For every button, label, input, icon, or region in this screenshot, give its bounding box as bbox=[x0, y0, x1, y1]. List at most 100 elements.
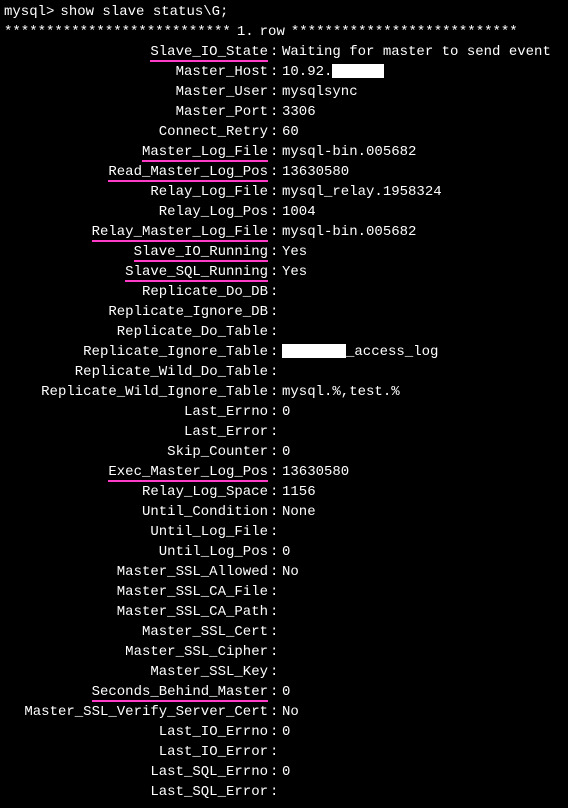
colon: : bbox=[270, 262, 278, 282]
status-label: Exec_Master_Log_Pos bbox=[4, 462, 270, 482]
status-value: 10.92. bbox=[278, 62, 384, 82]
colon: : bbox=[270, 302, 278, 322]
colon: : bbox=[270, 562, 278, 582]
colon: : bbox=[270, 462, 278, 482]
status-row: Last_SQL_Error: bbox=[4, 782, 564, 802]
status-value: 1004 bbox=[278, 202, 316, 222]
status-row: Relay_Master_Log_File:mysql-bin.005682 bbox=[4, 222, 564, 242]
sep-row: row bbox=[260, 22, 291, 42]
status-row: Skip_Counter:0 bbox=[4, 442, 564, 462]
colon: : bbox=[270, 102, 278, 122]
status-label: Replicate_Ignore_DB bbox=[4, 302, 270, 322]
status-value: 0 bbox=[278, 402, 290, 422]
status-row: Relay_Log_File:mysql_relay.1958324 bbox=[4, 182, 564, 202]
status-value: 0 bbox=[278, 722, 290, 742]
status-label: Last_SQL_Error bbox=[4, 782, 270, 802]
status-row: Read_Master_Log_Pos:13630580 bbox=[4, 162, 564, 182]
status-row: Slave_SQL_Running:Yes bbox=[4, 262, 564, 282]
status-row: Exec_Master_Log_Pos:13630580 bbox=[4, 462, 564, 482]
status-row: Master_SSL_Key: bbox=[4, 662, 564, 682]
status-value: 0 bbox=[278, 762, 290, 782]
terminal[interactable]: mysql> show slave status\G; ************… bbox=[0, 0, 568, 808]
colon: : bbox=[270, 182, 278, 202]
status-row: Master_User:mysqlsync bbox=[4, 82, 564, 102]
colon: : bbox=[270, 42, 278, 62]
status-label: Master_Port bbox=[4, 102, 270, 122]
colon: : bbox=[270, 322, 278, 342]
status-row: Relay_Log_Pos:1004 bbox=[4, 202, 564, 222]
colon: : bbox=[270, 662, 278, 682]
status-label: Until_Log_File bbox=[4, 522, 270, 542]
status-label: Relay_Log_Space bbox=[4, 482, 270, 502]
status-rows: Slave_IO_State:Waiting for master to sen… bbox=[4, 42, 564, 802]
status-row: Until_Log_Pos:0 bbox=[4, 542, 564, 562]
status-label: Seconds_Behind_Master bbox=[4, 682, 270, 702]
status-label: Read_Master_Log_Pos bbox=[4, 162, 270, 182]
status-row: Master_SSL_Allowed:No bbox=[4, 562, 564, 582]
colon: : bbox=[270, 422, 278, 442]
status-value: None bbox=[278, 502, 316, 522]
status-label: Last_Errno bbox=[4, 402, 270, 422]
status-row: Master_SSL_Cipher: bbox=[4, 642, 564, 662]
status-label: Connect_Retry bbox=[4, 122, 270, 142]
status-value: No bbox=[278, 562, 299, 582]
row-separator: *************************** 1. row *****… bbox=[4, 22, 564, 42]
status-row: Last_IO_Error: bbox=[4, 742, 564, 762]
colon: : bbox=[270, 202, 278, 222]
colon: : bbox=[270, 342, 278, 362]
status-value: No bbox=[278, 702, 299, 722]
status-row: Replicate_Wild_Do_Table: bbox=[4, 362, 564, 382]
status-row: Master_Port:3306 bbox=[4, 102, 564, 122]
status-value: 0 bbox=[278, 682, 290, 702]
colon: : bbox=[270, 242, 278, 262]
status-row: Until_Condition:None bbox=[4, 502, 564, 522]
status-value: mysql-bin.005682 bbox=[278, 222, 416, 242]
status-row: Relay_Log_Space:1156 bbox=[4, 482, 564, 502]
colon: : bbox=[270, 762, 278, 782]
status-value: 13630580 bbox=[278, 162, 349, 182]
status-label: Slave_IO_Running bbox=[4, 242, 270, 262]
colon: : bbox=[270, 702, 278, 722]
status-label: Master_SSL_Cert bbox=[4, 622, 270, 642]
status-label: Relay_Master_Log_File bbox=[4, 222, 270, 242]
colon: : bbox=[270, 362, 278, 382]
colon: : bbox=[270, 582, 278, 602]
status-label: Until_Condition bbox=[4, 502, 270, 522]
status-value: 13630580 bbox=[278, 462, 349, 482]
colon: : bbox=[270, 642, 278, 662]
colon: : bbox=[270, 722, 278, 742]
status-row: Master_SSL_CA_File: bbox=[4, 582, 564, 602]
status-row: Slave_IO_Running:Yes bbox=[4, 242, 564, 262]
status-row: Replicate_Do_DB: bbox=[4, 282, 564, 302]
status-value: 0 bbox=[278, 442, 290, 462]
redaction-block bbox=[282, 344, 346, 358]
status-value: 3306 bbox=[278, 102, 316, 122]
status-row: Replicate_Ignore_DB: bbox=[4, 302, 564, 322]
colon: : bbox=[270, 502, 278, 522]
colon: : bbox=[270, 382, 278, 402]
colon: : bbox=[270, 622, 278, 642]
status-row: Last_IO_Errno:0 bbox=[4, 722, 564, 742]
status-label: Master_SSL_Allowed bbox=[4, 562, 270, 582]
status-row: Master_SSL_CA_Path: bbox=[4, 602, 564, 622]
sep-suffix: *************************** bbox=[291, 22, 518, 42]
status-value: mysql_relay.1958324 bbox=[278, 182, 442, 202]
status-label: Slave_SQL_Running bbox=[4, 262, 270, 282]
status-value: 1156 bbox=[278, 482, 316, 502]
status-label: Last_SQL_Errno bbox=[4, 762, 270, 782]
sep-num: 1. bbox=[231, 22, 260, 42]
status-label: Master_SSL_Cipher bbox=[4, 642, 270, 662]
colon: : bbox=[270, 402, 278, 422]
shell-prompt: mysql> bbox=[4, 2, 54, 22]
status-row: Replicate_Do_Table: bbox=[4, 322, 564, 342]
status-label: Replicate_Wild_Ignore_Table bbox=[4, 382, 270, 402]
colon: : bbox=[270, 442, 278, 462]
colon: : bbox=[270, 542, 278, 562]
command-text: show slave status\G; bbox=[54, 2, 228, 22]
status-row: Last_Errno:0 bbox=[4, 402, 564, 422]
status-value: Yes bbox=[278, 242, 307, 262]
redaction-block bbox=[332, 64, 384, 78]
status-label: Until_Log_Pos bbox=[4, 542, 270, 562]
status-label: Master_SSL_CA_Path bbox=[4, 602, 270, 622]
status-label: Relay_Log_Pos bbox=[4, 202, 270, 222]
